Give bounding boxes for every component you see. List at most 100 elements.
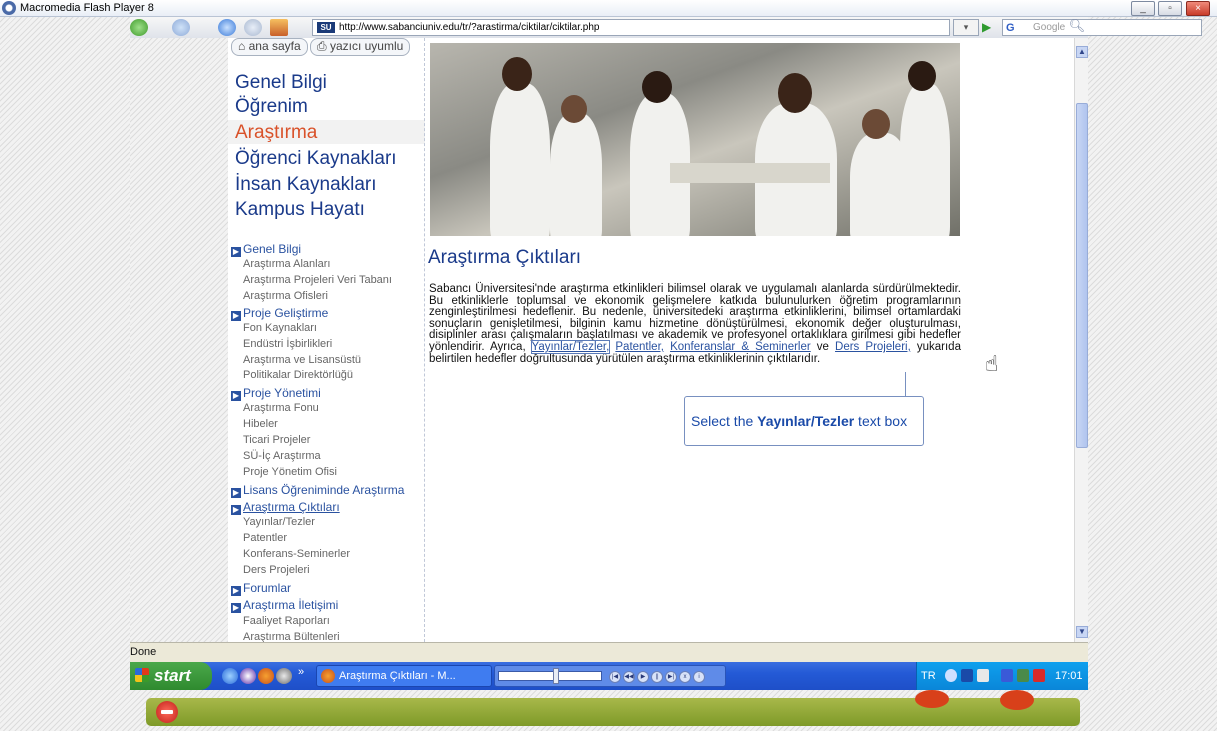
instruction-callout: Select the Yayınlar/Tezler text box <box>684 396 924 446</box>
main-nav-arastirma[interactable]: Araştırma <box>235 122 317 144</box>
link-konferanslar-seminerler[interactable]: Konferanslar & Seminerler <box>670 341 811 353</box>
security-icon[interactable] <box>1017 669 1029 682</box>
quicklaunch-chevron-icon[interactable]: » <box>298 666 304 678</box>
research-lab-photo <box>430 43 960 236</box>
stop-icon[interactable] <box>156 701 178 723</box>
subnav-item[interactable]: Hibeler <box>243 418 278 430</box>
link-patentler[interactable]: Patentler, <box>615 341 664 353</box>
antivirus-icon[interactable] <box>1033 669 1045 682</box>
print-friendly-button[interactable]: ⎙ yazıcı uyumlu <box>310 38 411 56</box>
start-button[interactable]: start <box>130 662 212 690</box>
subnav-item-konferans[interactable]: Konferans-Seminerler <box>243 548 350 560</box>
info-icon[interactable]: i <box>693 671 705 683</box>
minimize-button[interactable]: _ <box>1131 1 1155 16</box>
main-nav-ogrenim[interactable]: Öğrenim <box>235 96 308 118</box>
reload-icon[interactable] <box>218 19 236 36</box>
main-nav-insan-kaynaklari[interactable]: İnsan Kaynakları <box>235 174 377 196</box>
arrow-bullet-icon: ▶ <box>231 488 241 498</box>
flash-player-titlebar: Macromedia Flash Player 8 _ ▫ × <box>0 0 1217 17</box>
clock: 17:01 <box>1055 670 1083 682</box>
subnav-item[interactable]: Araştırma Projeleri Veri Tabanı <box>243 274 392 286</box>
scroll-up-icon[interactable]: ▲ <box>1076 46 1088 58</box>
subnav-genel-bilgi[interactable]: ▶ Genel Bilgi <box>231 242 301 257</box>
subnav-item[interactable]: Faaliyet Raporları <box>243 615 330 627</box>
url-dropdown-icon[interactable]: ▾ <box>953 19 979 36</box>
browser-toolbar: SU http://www.sabanciuniv.edu/tr/?arasti… <box>130 17 1202 38</box>
forward-arrow-icon[interactable] <box>172 19 190 36</box>
subnav-item[interactable]: Endüstri İşbirlikleri <box>243 338 332 350</box>
taskbar-app-firefox[interactable]: Araştırma Çıktıları - M... <box>316 665 492 687</box>
subnav-item[interactable]: Araştırma Ofisleri <box>243 290 328 302</box>
vertical-scrollbar[interactable]: ▲ ▼ <box>1074 38 1088 642</box>
usb-icon[interactable] <box>1001 669 1013 682</box>
close-button[interactable]: × <box>1186 1 1210 16</box>
link-ders-projeleri[interactable]: Ders Projeleri, <box>835 341 911 353</box>
media-seek-knob[interactable] <box>553 668 559 684</box>
windows-flag-icon <box>135 668 149 682</box>
search-input[interactable]: G Google <box>1002 19 1202 36</box>
column-divider <box>424 38 425 642</box>
firefox-icon[interactable] <box>258 668 274 684</box>
media-player-icon[interactable] <box>240 668 256 684</box>
stop-icon[interactable] <box>244 19 262 36</box>
volume-icon[interactable] <box>977 669 989 682</box>
search-engine-icon: G <box>1006 22 1015 34</box>
network-icon[interactable] <box>961 669 973 682</box>
subnav-item[interactable]: Politikalar Direktörlüğü <box>243 369 353 381</box>
main-nav-kampus-hayati[interactable]: Kampus Hayatı <box>235 199 365 221</box>
subnav-lisans-arastirma[interactable]: ▶ Lisans Öğreniminde Araştırma <box>231 483 404 498</box>
subnav-item[interactable]: Ticari Projeler <box>243 434 310 446</box>
hand-cursor-icon: ☝︎ <box>985 351 999 376</box>
ie-icon[interactable] <box>222 668 238 684</box>
web-page: ⌂ ana sayfa ⎙ yazıcı uyumlu Genel Bilgi … <box>130 38 1074 642</box>
scroll-down-icon[interactable]: ▼ <box>1076 626 1088 638</box>
subnav-item[interactable]: Araştırma ve Lisansüstü <box>243 354 361 366</box>
arrow-bullet-icon: ▶ <box>231 603 241 613</box>
next-icon[interactable]: ▶| <box>665 671 677 683</box>
media-seek-track[interactable] <box>498 671 602 681</box>
scroll-thumb[interactable] <box>1076 103 1088 448</box>
home-page-button[interactable]: ⌂ ana sayfa <box>231 38 308 56</box>
subnav-item[interactable]: Fon Kaynakları <box>243 322 317 334</box>
go-arrow-icon[interactable]: ▶ <box>982 19 998 36</box>
previous-icon[interactable]: |◀ <box>609 671 621 683</box>
decorative-shape <box>915 690 949 708</box>
content-paragraph: Sabancı Üniversitesi'nde araştırma etkin… <box>429 283 961 365</box>
page-title: Araştırma Çıktıları <box>428 247 582 268</box>
pause-icon[interactable]: || <box>651 671 663 683</box>
subnav-item-yayinlar-tezler[interactable]: Yayınlar/Tezler <box>243 516 315 528</box>
search-magnifier-icon[interactable]: 🔍︎ <box>1066 18 1088 37</box>
subnav-item-patentler[interactable]: Patentler <box>243 532 287 544</box>
tray-expand-icon[interactable] <box>945 669 957 682</box>
main-nav-genel-bilgi[interactable]: Genel Bilgi <box>235 72 327 94</box>
subnav-item-ders-projeleri[interactable]: Ders Projeleri <box>243 564 310 576</box>
home-icon[interactable] <box>270 19 288 36</box>
arrow-bullet-icon: ▶ <box>231 391 241 401</box>
subnav-proje-gelistirme[interactable]: ▶ Proje Geliştirme <box>231 306 328 321</box>
restore-button[interactable]: ▫ <box>1158 1 1182 16</box>
firefox-icon <box>321 669 335 683</box>
main-nav-ogrenci-kaynaklari[interactable]: Öğrenci Kaynakları <box>235 148 397 170</box>
subnav-arastirma-ciktilari[interactable]: ▶ Araştırma Çıktıları <box>231 500 340 515</box>
close-media-icon[interactable]: x <box>679 671 691 683</box>
back-arrow-icon[interactable] <box>130 19 148 36</box>
subnav-item[interactable]: Araştırma Bültenleri <box>243 631 340 642</box>
address-bar[interactable]: SU http://www.sabanciuniv.edu/tr/?arasti… <box>312 19 950 36</box>
subnav-arastirma-iletisimi[interactable]: ▶ Araştırma İletişimi <box>231 598 338 613</box>
messenger-icon[interactable] <box>276 668 292 684</box>
subnav-proje-yonetimi[interactable]: ▶ Proje Yönetimi <box>231 386 321 401</box>
arrow-bullet-icon: ▶ <box>231 311 241 321</box>
background-right <box>1088 17 1217 717</box>
decorative-shape <box>1000 690 1034 710</box>
rewind-icon[interactable]: ◀◀ <box>623 671 635 683</box>
subnav-item[interactable]: Araştırma Alanları <box>243 258 330 270</box>
language-indicator[interactable]: TR <box>921 662 936 690</box>
arrow-bullet-icon: ▶ <box>231 505 241 515</box>
subnav-item[interactable]: Araştırma Fonu <box>243 402 319 414</box>
subnav-item[interactable]: SÜ-İç Araştırma <box>243 450 321 462</box>
subnav-item[interactable]: Proje Yönetim Ofisi <box>243 466 337 478</box>
windows-taskbar: start » Araştırma Çıktıları - M... |◀ ◀◀… <box>130 662 1088 690</box>
link-yayinlar-tezler[interactable]: Yayınlar/Tezler, <box>530 339 611 354</box>
play-icon[interactable]: ▶ <box>637 671 649 683</box>
subnav-forumlar[interactable]: ▶ Forumlar <box>231 581 291 596</box>
